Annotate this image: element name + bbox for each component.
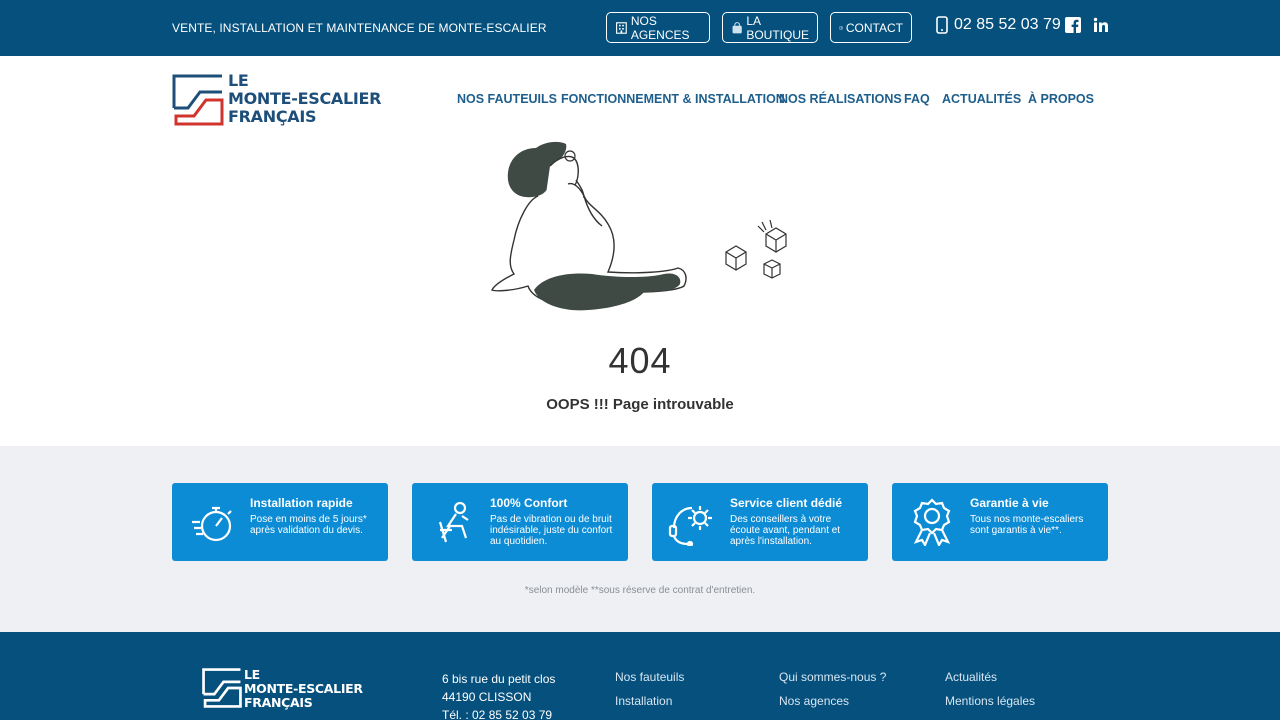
- feature-card-installation: Installation rapide Pose en moins de 5 j…: [172, 483, 388, 561]
- logo-text: LE MONTE-ESCALIER FRANÇAIS: [228, 72, 381, 126]
- mobile-phone-icon: [936, 16, 948, 34]
- footer-logo[interactable]: LE MONTE-ESCALIER FRANÇAIS: [202, 668, 382, 710]
- linkedin-icon[interactable]: [1093, 17, 1109, 33]
- footer-link-qui-sommes-nous[interactable]: Qui sommes-nous ?: [779, 670, 886, 684]
- nav-item-actualites[interactable]: ACTUALITÉS: [942, 92, 1021, 106]
- feature-card-service: Service client dédié Des conseillers à v…: [652, 483, 868, 561]
- footer-address: 6 bis rue du petit clos 44190 CLISSON Té…: [442, 670, 555, 720]
- feature-desc: Tous nos monte-escaliers sont garantis à…: [970, 514, 1084, 536]
- footer-logo-line-2: MONTE-ESCALIER: [244, 681, 363, 696]
- footer-link-mentions[interactable]: Mentions légales: [945, 694, 1035, 708]
- footer-logo-line-1: LE: [244, 667, 260, 682]
- agencies-button-label: NOS AGENCES: [630, 13, 690, 42]
- feature-card-garantie: Garantie à vie Tous nos monte-escaliers …: [892, 483, 1108, 561]
- error-message: OOPS !!! Page introuvable: [546, 396, 734, 413]
- site-logo[interactable]: LE MONTE-ESCALIER FRANÇAIS: [172, 72, 392, 128]
- stopwatch-icon: [192, 506, 232, 542]
- feature-title: Service client dédié: [730, 496, 843, 510]
- nav-item-a-propos[interactable]: À PROPOS: [1028, 92, 1094, 106]
- feature-desc: Pose en moins de 5 jours* après validati…: [250, 514, 367, 536]
- building-icon: [616, 21, 627, 34]
- feature-title: Installation rapide: [250, 496, 353, 510]
- footer-logo-line-3: FRANÇAIS: [244, 695, 313, 710]
- feature-title: Garantie à vie: [970, 496, 1049, 510]
- footer-link-actualites[interactable]: Actualités: [945, 670, 997, 684]
- shopping-bag-icon: [732, 21, 742, 33]
- error-code: 404: [608, 340, 672, 381]
- footnote: *selon modèle **sous réserve de contrat …: [524, 585, 756, 596]
- feature-desc: Des conseillers à votre écoute avant, pe…: [730, 514, 841, 547]
- logo-line-3: FRANÇAIS: [228, 107, 317, 126]
- award-badge-icon: [913, 498, 951, 546]
- logo-line-1: LE: [228, 71, 249, 90]
- address-phone[interactable]: Tél. : 02 85 52 03 79: [442, 706, 555, 720]
- nav-item-realisations[interactable]: NOS RÉALISATIONS: [779, 92, 902, 106]
- agencies-button[interactable]: NOS AGENCES: [606, 12, 710, 43]
- nav-item-fauteuils[interactable]: NOS FAUTEUILS: [457, 92, 557, 106]
- logo-line-2: MONTE-ESCALIER: [228, 89, 382, 108]
- nav-item-faq[interactable]: FAQ: [904, 92, 930, 106]
- footer-link-agences[interactable]: Nos agences: [779, 694, 849, 708]
- facebook-icon[interactable]: [1065, 17, 1081, 33]
- footer-link-fauteuils[interactable]: Nos fauteuils: [615, 670, 684, 684]
- nav-item-fonctionnement[interactable]: FONCTIONNEMENT & INSTALLATION: [561, 92, 785, 106]
- footer-logo-text: LE MONTE-ESCALIER FRANÇAIS: [244, 668, 363, 710]
- feature-card-confort: 100% Confort Pas de vibration ou de brui…: [412, 483, 628, 561]
- feature-desc: Pas de vibration ou de bruit indésirable…: [490, 514, 613, 547]
- address-city: 44190 CLISSON: [442, 690, 532, 704]
- relaxing-person-icon: [438, 501, 469, 543]
- contact-button-label: CONTACT: [845, 20, 903, 35]
- stair-logo-icon: [172, 74, 224, 126]
- contact-button[interactable]: CONTACT: [830, 12, 912, 43]
- phone-number: 02 85 52 03 79: [954, 16, 1061, 33]
- shop-button[interactable]: LA BOUTIQUE: [722, 12, 818, 43]
- shop-button-label: LA BOUTIQUE: [746, 13, 809, 42]
- thinking-person-illustration: [491, 141, 787, 311]
- stair-logo-icon: [202, 668, 242, 708]
- contact-card-icon: [839, 25, 843, 30]
- footer-link-installation[interactable]: Installation: [615, 694, 672, 708]
- headset-gear-icon: [668, 506, 712, 546]
- top-bar: VENTE, INSTALLATION ET MAINTENANCE DE MO…: [0, 0, 1280, 56]
- tagline: VENTE, INSTALLATION ET MAINTENANCE DE MO…: [172, 21, 547, 35]
- footer: LE MONTE-ESCALIER FRANÇAIS 6 bis rue du …: [0, 632, 1280, 720]
- feature-title: 100% Confort: [490, 496, 568, 510]
- address-street: 6 bis rue du petit clos: [442, 672, 556, 686]
- phone-link[interactable]: 02 85 52 03 79: [936, 16, 1061, 34]
